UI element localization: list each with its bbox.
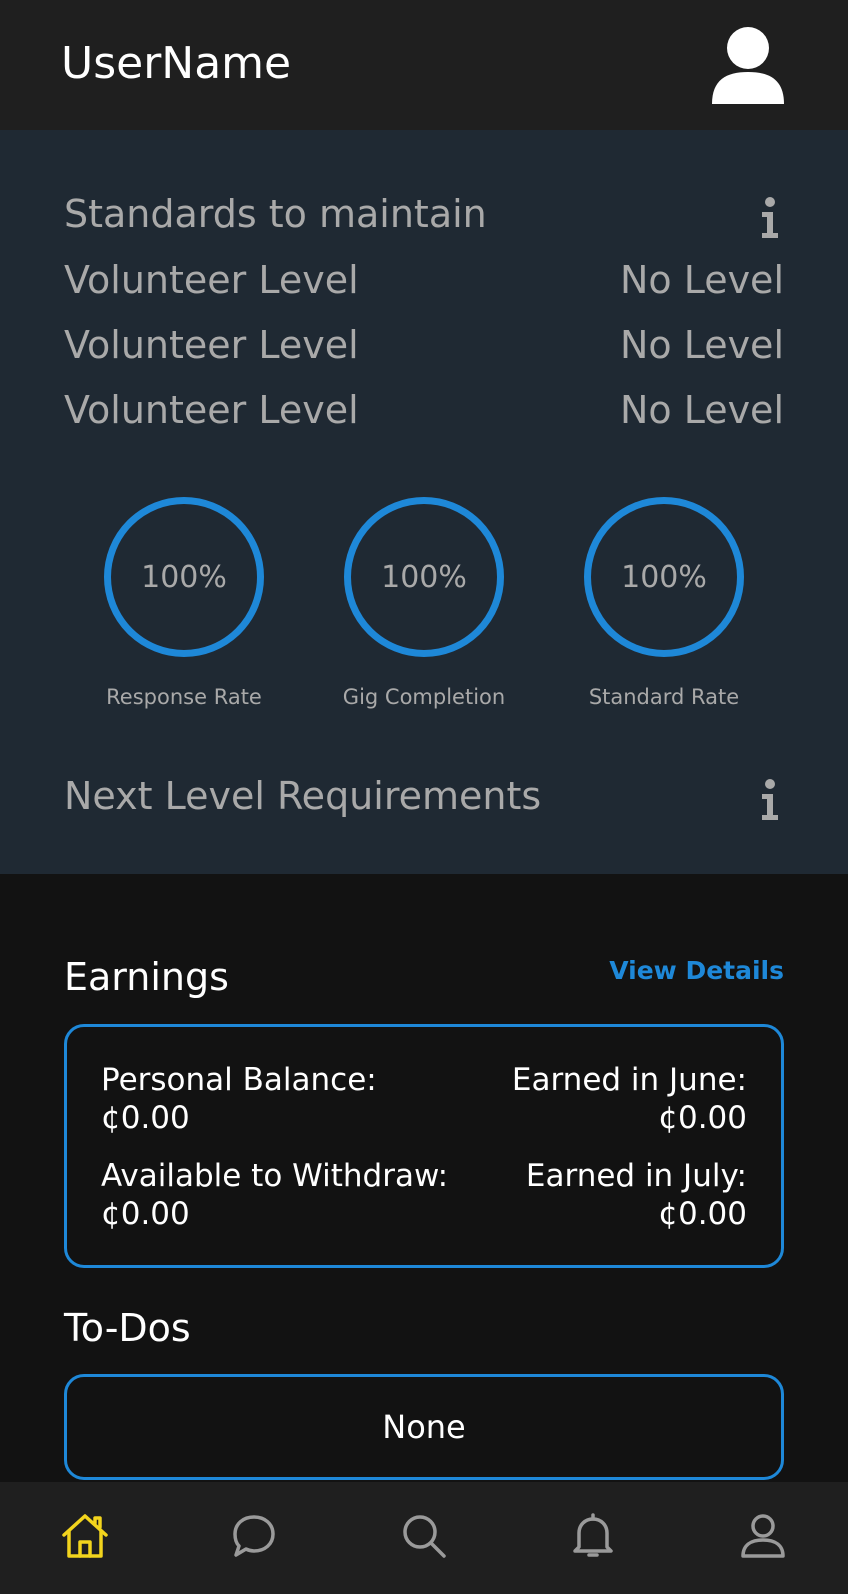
earned-july-label: Earned in July:	[525, 1158, 747, 1194]
nav-search[interactable]	[394, 1506, 454, 1566]
gig-completion-label: Gig Completion	[342, 685, 506, 709]
personal-balance-label: Personal Balance:	[101, 1062, 377, 1098]
info-icon[interactable]	[754, 778, 784, 822]
response-rate-label: Response Rate	[106, 685, 262, 709]
view-details-link[interactable]: View Details	[609, 956, 784, 985]
todos-card[interactable]: None	[64, 1374, 784, 1480]
personal-balance-value: ¢0.00	[101, 1100, 190, 1136]
earned-july: Earned in July: ¢0.00	[526, 1157, 747, 1233]
standard-rate-circle: 100%	[584, 497, 744, 657]
earned-june-value: ¢0.00	[658, 1100, 747, 1136]
response-rate-circle: 100%	[104, 497, 264, 657]
nav-profile[interactable]	[733, 1506, 793, 1566]
info-icon[interactable]	[754, 196, 784, 240]
nav-home[interactable]	[55, 1506, 115, 1566]
app-header: UserName	[0, 0, 848, 130]
standard-rate-label: Standard Rate	[588, 685, 740, 709]
gig-completion-metric: 100% Gig Completion	[324, 497, 524, 709]
response-rate-metric: 100% Response Rate	[84, 497, 284, 709]
profile-icon	[741, 1514, 785, 1558]
standards-panel: Standards to maintain Volunteer Level No…	[0, 130, 848, 874]
chat-icon	[233, 1515, 275, 1557]
search-icon	[403, 1515, 446, 1558]
standard-rate-metric: 100% Standard Rate	[564, 497, 764, 709]
earned-june: Earned in June: ¢0.00	[512, 1061, 747, 1137]
bottom-navigation	[0, 1482, 848, 1594]
available-label: Available to Withdraw:	[101, 1158, 449, 1194]
volunteer-level-value: No Level	[619, 323, 784, 367]
volunteer-level-label: Volunteer Level	[64, 323, 359, 367]
volunteer-level-label: Volunteer Level	[64, 258, 359, 302]
volunteer-level-value: No Level	[619, 388, 784, 432]
earnings-card: Personal Balance: ¢0.00 Earned in June: …	[64, 1024, 784, 1268]
username-title: UserName	[61, 38, 292, 89]
gig-completion-circle: 100%	[344, 497, 504, 657]
volunteer-level-label: Volunteer Level	[64, 388, 359, 432]
available-value: ¢0.00	[101, 1196, 190, 1232]
available-to-withdraw: Available to Withdraw: ¢0.00	[101, 1157, 448, 1233]
standards-title: Standards to maintain	[64, 192, 487, 236]
todos-title: To-Dos	[64, 1306, 191, 1350]
personal-balance: Personal Balance: ¢0.00	[101, 1061, 377, 1137]
earned-june-label: Earned in June:	[511, 1062, 747, 1098]
next-level-title: Next Level Requirements	[64, 774, 542, 818]
nav-notifications[interactable]	[563, 1506, 623, 1566]
home-icon	[62, 1514, 108, 1558]
volunteer-level-value: No Level	[619, 258, 784, 302]
earned-july-value: ¢0.00	[658, 1196, 747, 1232]
earnings-title: Earnings	[64, 955, 229, 999]
nav-chat[interactable]	[224, 1506, 284, 1566]
user-avatar-icon[interactable]	[710, 24, 786, 106]
bell-icon	[573, 1513, 613, 1557]
